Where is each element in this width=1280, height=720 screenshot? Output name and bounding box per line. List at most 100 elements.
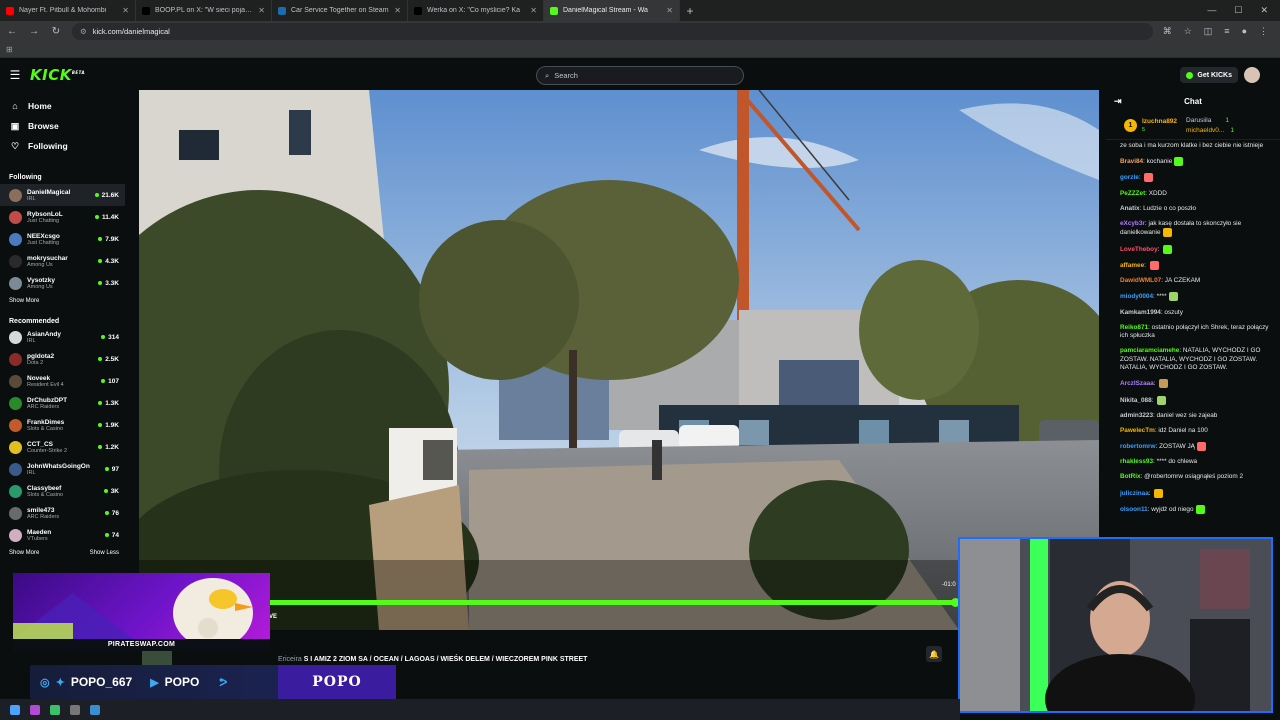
get-kicks-button[interactable]: Get KICKs	[1180, 67, 1238, 83]
chat-username[interactable]: BotRix	[1120, 473, 1141, 480]
show-more-following[interactable]: Show More	[0, 294, 125, 308]
seek-bar[interactable]	[270, 598, 960, 607]
leaderboard-leader[interactable]: Izuchna892 5	[1142, 118, 1177, 134]
reload-icon[interactable]: ↻	[50, 26, 62, 37]
sidebar-channel[interactable]: RybsonLoL Just Chatting 11.4K	[0, 206, 125, 228]
youtube-icon: ▶	[150, 676, 159, 689]
bookmark-star-icon[interactable]: ☆	[1184, 26, 1192, 37]
sidebar-channel[interactable]: Maeden VTubers 74	[0, 524, 125, 546]
start-icon[interactable]	[10, 704, 20, 715]
chat-message: LoveTheboy:	[1120, 244, 1272, 255]
chat-text: ZOSTAW JĄ	[1159, 443, 1195, 451]
sidebar-channel[interactable]: Vysotzky Among Us 3.3K	[0, 272, 125, 294]
site-info-icon[interactable]: ⚙	[80, 27, 87, 36]
chat-username[interactable]: miody0004	[1120, 293, 1153, 300]
sidebar-nav-browse[interactable]: ▣ Browse	[0, 116, 125, 136]
chat-username[interactable]: PeZZZet	[1120, 190, 1145, 197]
chat-username[interactable]: robertomrw	[1120, 443, 1156, 450]
menu-toggle-icon[interactable]: ☰	[0, 68, 30, 82]
chat-username[interactable]: Reiko871	[1120, 324, 1148, 331]
channel-avatar	[9, 462, 22, 476]
instagram-icon: ◎	[40, 676, 50, 689]
chat-username[interactable]: DawidWML07	[1120, 277, 1161, 284]
chrome-icon[interactable]	[50, 704, 60, 715]
chat-username[interactable]: Bravi84	[1120, 158, 1143, 165]
chat-username[interactable]: eXcyb3r	[1120, 220, 1145, 227]
sidebar-channel[interactable]: JohnWhatsGoingOn IRL 97	[0, 458, 125, 480]
sidebar-channel[interactable]: Classybeef Slots & Casino 3K	[0, 480, 125, 502]
url-field[interactable]: ⚙ kick.com/danielmagical	[72, 23, 1153, 40]
sidebar-channel[interactable]: Noveek Resident Evil 4 107	[0, 370, 125, 392]
chat-username[interactable]: ArczISzaaa	[1120, 381, 1154, 388]
sidebar-channel[interactable]: mokrysuchar Among Us 4.3K	[0, 250, 125, 272]
channel-viewers: 314	[101, 334, 119, 341]
browser-tab[interactable]: Car Service Together on Steam ✕	[272, 0, 408, 21]
leaderboard-user-2[interactable]: Darusiila	[1186, 117, 1211, 124]
notification-bell-icon[interactable]: 🔔	[926, 646, 942, 662]
chat-username[interactable]: Anatix	[1120, 205, 1140, 212]
chat-username[interactable]: juliczinaa	[1120, 490, 1149, 497]
new-tab-button[interactable]: +	[680, 4, 700, 18]
sidebar-channel[interactable]: DrChubzDPT ARC Raiders 1.3K	[0, 392, 125, 414]
chat-username[interactable]: olsoon11	[1120, 506, 1148, 513]
channel-category: Counter-Strike 2	[27, 447, 68, 454]
tab-close-icon[interactable]: ✕	[666, 6, 673, 15]
tab-close-icon[interactable]: ✕	[394, 6, 401, 15]
chat-username[interactable]: admin3223	[1120, 412, 1153, 419]
search-input[interactable]: ⌕ Search	[536, 66, 744, 85]
browser-tab[interactable]: Nayer Ft. Pitbull & Mohombi ✕	[0, 0, 136, 21]
sidebar-channel[interactable]: CCT_CS Counter-Strike 2 1.2K	[0, 436, 125, 458]
tab-close-icon[interactable]: ✕	[530, 6, 537, 15]
rank-badge: 1	[1124, 119, 1137, 132]
sidebar-channel[interactable]: NEEXcsgo Just Chatting 7.9K	[0, 228, 125, 250]
sidebar-channel[interactable]: smile473 ARC Raiders 76	[0, 502, 125, 524]
channel-name: DrChubzDPT	[27, 396, 68, 404]
chat-username[interactable]: PawelecTm	[1120, 427, 1155, 434]
user-avatar[interactable]	[1244, 67, 1260, 83]
chat-text: **** do chlewa	[1156, 458, 1198, 466]
sidebar-channel[interactable]: pgldota2 Dota 2 2.5K	[0, 348, 125, 370]
sidebar-nav-home[interactable]: ⌂ Home	[0, 96, 125, 116]
leaderboard-user-3[interactable]: michaeldv0...	[1186, 127, 1224, 134]
profile-icon[interactable]: ●	[1242, 26, 1247, 37]
collapse-chat-icon[interactable]: ⇥	[1114, 96, 1122, 107]
chat-text: idź Daniel na 100	[1158, 427, 1208, 434]
tab-close-icon[interactable]: ✕	[258, 6, 265, 15]
media-icon[interactable]: ≡	[1224, 26, 1229, 37]
sidebar-nav-following[interactable]: ♡ Following	[0, 136, 125, 156]
chat-username[interactable]: pamciaramciamehe	[1120, 347, 1179, 354]
tab-close-icon[interactable]: ✕	[122, 6, 129, 15]
browser-tab[interactable]: DanielMagical Stream - Wa ✕	[544, 0, 680, 21]
chat-username[interactable]: LoveTheboy	[1120, 246, 1158, 253]
close-window-icon[interactable]: ✕	[1260, 5, 1268, 16]
translate-icon[interactable]: ⌘	[1163, 26, 1172, 37]
taskbar-app-1-icon[interactable]	[30, 704, 40, 715]
chat-username[interactable]: gorzle	[1120, 175, 1139, 182]
video-player[interactable]	[128, 90, 1099, 630]
show-more-button[interactable]: Show More	[9, 550, 39, 556]
extensions-icon[interactable]: ◫	[1204, 26, 1213, 37]
chat-username[interactable]: Nikita_088	[1120, 397, 1152, 404]
sidebar-channel[interactable]: DanielMagical IRL 21.6K	[0, 184, 125, 206]
chat-username[interactable]: Kamkam1994	[1120, 309, 1161, 316]
menu-icon[interactable]: ⋮	[1259, 26, 1268, 37]
following-heading: Following	[9, 174, 42, 181]
chat-username[interactable]: rhakless93	[1120, 458, 1153, 465]
chat-message-list[interactable]: ze soba i ma kurzom klatke i bez ciebie …	[1106, 140, 1280, 515]
show-less-button[interactable]: Show Less	[90, 550, 119, 556]
browser-tab[interactable]: Werka on X: "Co myślicie? Ka ✕	[408, 0, 544, 21]
sidebar-channel[interactable]: AsianAndy IRL 314	[0, 326, 125, 348]
minimize-icon[interactable]: —	[1207, 5, 1216, 16]
kick-logo[interactable]: KICKBETA	[30, 66, 85, 84]
maximize-icon[interactable]: ☐	[1234, 5, 1242, 16]
chat-username[interactable]: affamee	[1120, 262, 1144, 269]
browser-tab[interactable]: BOOP.PL on X: "W sieci pojawiło ✕	[136, 0, 272, 21]
back-icon[interactable]: ←	[6, 26, 18, 37]
taskbar-app-3-icon[interactable]	[90, 704, 100, 715]
forward-icon[interactable]: →	[28, 26, 40, 37]
sidebar-channel[interactable]: FrankDimes Slots & Casino 1.9K	[0, 414, 125, 436]
chat-panel: ⇥ Chat 1 Izuchna892 5 Darusiila 1 michael…	[1106, 90, 1280, 540]
taskbar-app-2-icon[interactable]	[70, 704, 80, 715]
apps-icon[interactable]: ⊞	[6, 45, 13, 54]
stream-video[interactable]	[139, 90, 1099, 630]
